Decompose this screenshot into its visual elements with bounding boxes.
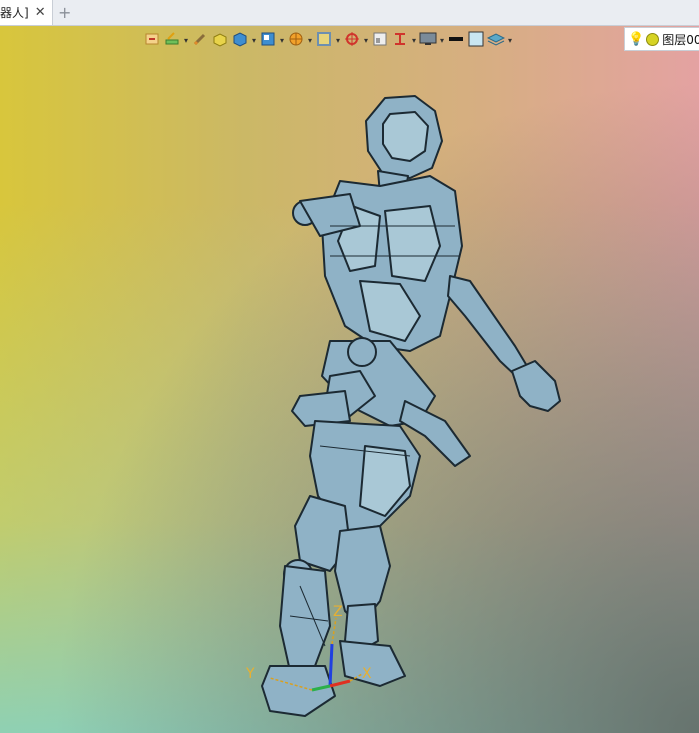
import-icon[interactable] <box>143 30 161 48</box>
layer-color-icon <box>646 32 660 46</box>
layers-icon[interactable]: ▾ <box>487 30 512 48</box>
lightbulb-icon[interactable]: 💡 <box>628 32 644 47</box>
layer-paint-icon[interactable]: ▾ <box>163 30 188 48</box>
x-axis-label: X <box>362 666 372 682</box>
tab-bar: 器人] ✕ + <box>0 0 699 26</box>
z-axis <box>328 643 334 687</box>
document-tab[interactable]: 器人] ✕ <box>0 0 53 25</box>
frame-icon[interactable]: ▾ <box>315 30 340 48</box>
x-axis <box>329 679 351 688</box>
monitor-icon[interactable]: ▾ <box>419 30 444 48</box>
target-icon[interactable]: ▾ <box>343 30 368 48</box>
close-icon[interactable]: ✕ <box>35 5 46 20</box>
layer-selector[interactable]: 💡 图层00 <box>624 27 699 51</box>
layer-name: 图层00 <box>662 32 699 47</box>
pen-icon[interactable] <box>191 30 209 48</box>
window-icon[interactable] <box>371 30 389 48</box>
solid-cube-icon[interactable]: ▾ <box>231 30 256 48</box>
bracket-icon[interactable]: ▾ <box>391 30 416 48</box>
sphere-icon[interactable]: ▾ <box>287 30 312 48</box>
3d-viewport[interactable]: Z X Y ▾ ▾ ▾ ▾ ▾ ▾ ▾ ▾ ▾ <box>0 26 699 733</box>
view-cube-icon[interactable]: ▾ <box>259 30 284 48</box>
new-tab-icon[interactable]: + <box>58 3 71 22</box>
robot-model[interactable]: Z X Y <box>0 26 699 733</box>
view-toolbar: ▾ ▾ ▾ ▾ ▾ ▾ ▾ ▾ ▾ <box>143 28 513 50</box>
box-icon[interactable] <box>211 30 229 48</box>
tab-title: 器人] <box>0 6 29 20</box>
z-axis-label: Z <box>333 604 343 620</box>
color-swatch-icon[interactable] <box>467 30 485 48</box>
y-axis-label: Y <box>245 666 255 682</box>
line-weight-icon[interactable] <box>447 30 465 48</box>
